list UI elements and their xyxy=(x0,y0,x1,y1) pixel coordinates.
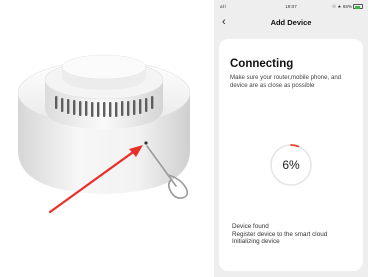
step-item: Initializing device xyxy=(232,238,280,246)
connection-steps: Device found Register device to the smar… xyxy=(232,223,327,246)
progress-percent: 6% xyxy=(282,158,300,172)
card-title: Connecting xyxy=(230,58,294,70)
step-item: Device found xyxy=(232,223,269,230)
stage: all 19:07 ☉ ★ 68% ‹ Add Device Connectin… xyxy=(0,0,370,277)
phone-screen: all 19:07 ☉ ★ 68% ‹ Add Device Connectin… xyxy=(214,0,368,277)
card-description: Make sure your router,mobile phone, and … xyxy=(230,74,342,89)
reset-hole xyxy=(144,141,148,145)
battery-level xyxy=(354,5,361,9)
status-icons: ☉ ★ 68% xyxy=(332,4,352,9)
connecting-card: Connecting Make sure your router,mobile … xyxy=(219,39,363,271)
battery-icon xyxy=(353,4,363,9)
nav-bar: ‹ Add Device xyxy=(214,12,368,34)
step-item: Register device to the smart cloud xyxy=(232,230,328,238)
status-bar: all 19:07 ☉ ★ 68% xyxy=(214,0,368,12)
page-title: Add Device xyxy=(270,18,312,27)
smoke-detector-illustration xyxy=(17,54,191,214)
